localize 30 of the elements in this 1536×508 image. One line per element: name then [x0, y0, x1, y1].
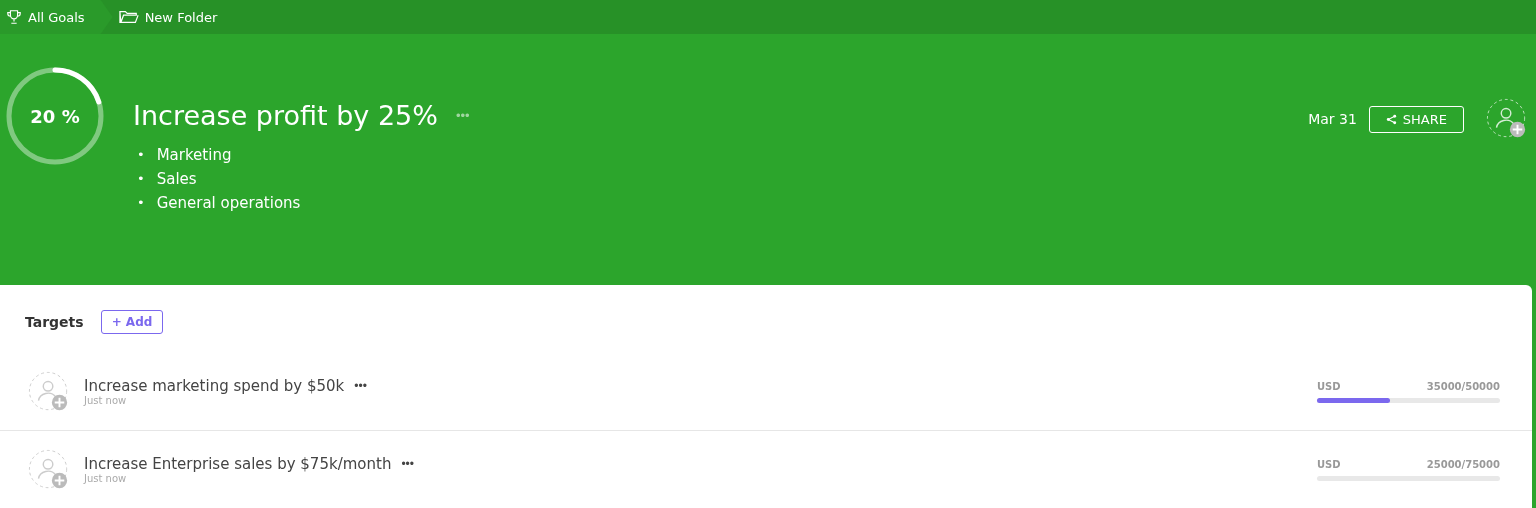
more-button[interactable]: •••	[401, 457, 414, 471]
bullet-marker: •	[137, 146, 145, 164]
goal-bullet: Sales	[156, 169, 197, 190]
add-assignee-icon[interactable]	[1486, 98, 1528, 140]
progress-reading: 25000/75000	[1426, 458, 1500, 470]
share-icon	[1385, 113, 1397, 125]
goal-bullet: General operations	[156, 193, 301, 214]
targets-heading: Targets	[25, 313, 84, 330]
folder-icon	[118, 9, 139, 25]
goal-bullet: Marketing	[156, 145, 232, 166]
breadcrumb-link[interactable]: All Goals	[0, 0, 113, 34]
bullet-marker: •	[137, 194, 145, 212]
bullet-marker: •	[137, 170, 145, 188]
more-button[interactable]: •••	[354, 379, 367, 393]
target-timestamp: Just now	[84, 395, 128, 406]
breadcrumb-link[interactable]: New Folder	[112, 0, 234, 34]
share-button[interactable]: SHARE	[1368, 105, 1464, 133]
add-assignee-icon[interactable]	[28, 448, 70, 491]
add-button[interactable]: + Add	[100, 309, 164, 334]
target-title[interactable]: Increase marketing spend by $50k	[84, 377, 345, 395]
progress-label: 20 %	[30, 105, 80, 127]
due-date: Mar 31	[1308, 111, 1357, 127]
target-title[interactable]: Increase Enterprise sales by $75k/month	[84, 455, 392, 473]
target-timestamp: Just now	[84, 473, 128, 484]
goal-title: Increase profit by 25%	[133, 100, 438, 131]
currency-label: USD	[1317, 380, 1341, 392]
progress-reading: 35000/50000	[1426, 380, 1500, 392]
currency-label: USD	[1317, 458, 1341, 470]
add-assignee-icon[interactable]	[28, 370, 70, 413]
trophy-icon	[6, 9, 22, 25]
